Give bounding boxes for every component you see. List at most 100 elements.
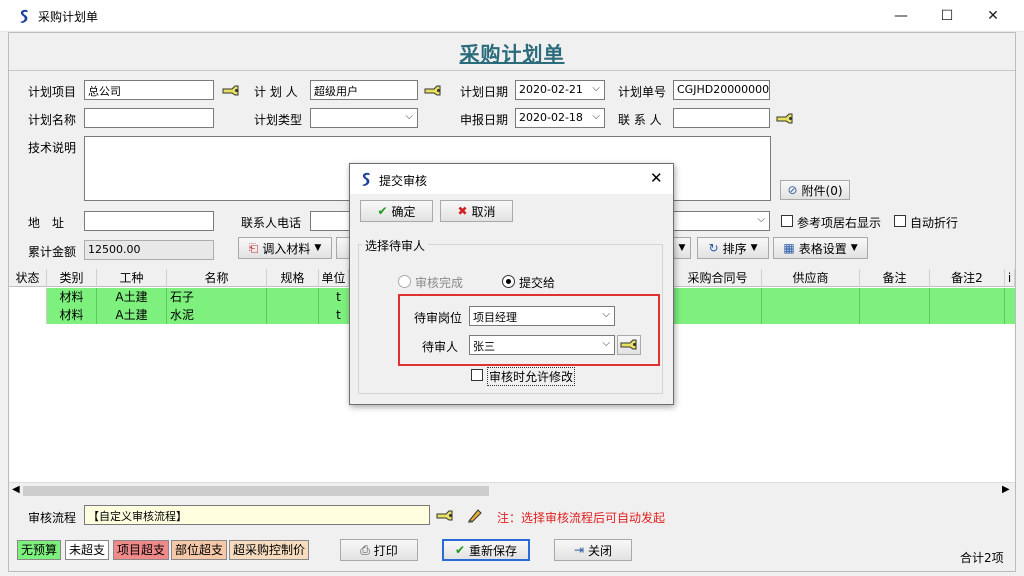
- pick-project-icon[interactable]: [222, 84, 240, 98]
- address-extra-select[interactable]: ⌵: [672, 211, 770, 231]
- post-select[interactable]: 项目经理 ⌵: [469, 306, 615, 326]
- chevron-down-icon: ⌵: [757, 214, 765, 225]
- col-supplier[interactable]: 供应商: [762, 269, 860, 287]
- legend-not-overspent: 未超支: [65, 540, 110, 560]
- plan-no-field[interactable]: CGJHD200000002: [673, 80, 770, 100]
- dialog-ok-label: 确定: [391, 204, 416, 219]
- sort-button[interactable]: ↻ 排序 ▼: [697, 237, 769, 259]
- edit-workflow-icon[interactable]: [466, 506, 484, 524]
- print-button[interactable]: ⎙ 打印: [340, 539, 418, 561]
- col-spec[interactable]: 规格: [267, 269, 319, 287]
- pick-reviewer-button[interactable]: [617, 335, 641, 355]
- attachment-label: 附件(0): [801, 183, 843, 198]
- row-trade-cell: A土建: [97, 306, 167, 324]
- table-icon: ▦: [783, 241, 795, 255]
- row-contract-cell: [674, 306, 762, 324]
- row-supplier-cell: [762, 288, 860, 306]
- row-contract-cell: [674, 288, 762, 306]
- toolbar-dropdown-button[interactable]: ▼: [673, 237, 691, 259]
- pick-contact-icon[interactable]: [776, 112, 794, 126]
- table-settings-label: 表格设置: [798, 241, 847, 256]
- resave-label: 重新保存: [469, 543, 518, 558]
- cancel-x-icon: ✖: [457, 204, 468, 218]
- close-button[interactable]: ⇥ 关闭: [554, 539, 632, 561]
- row-category-cell: 材料: [47, 288, 97, 306]
- allow-edit-label: 审核时允许修改: [487, 367, 576, 386]
- post-value: 项目经理: [473, 311, 517, 324]
- radio-review-complete[interactable]: [398, 275, 411, 288]
- col-unit[interactable]: 单位: [319, 269, 349, 287]
- row-name-cell: 石子: [167, 288, 267, 306]
- pick-reviewer-icon: [620, 339, 637, 350]
- planner-label: 计 划 人: [254, 85, 298, 99]
- legend-project-overspent: 项目超支: [113, 540, 170, 560]
- dialog-titlebar: 提交审核 ✕: [350, 164, 673, 194]
- dropdown-arrow-icon: ▼: [678, 243, 686, 253]
- horizontal-scrollbar[interactable]: ◀ ▶: [9, 482, 1015, 498]
- attachment-button[interactable]: ⊘ 附件(0): [780, 180, 850, 200]
- scroll-thumb[interactable]: [23, 486, 489, 496]
- checkmark-icon: ✔: [377, 204, 388, 218]
- chevron-down-icon: ⌵: [602, 309, 610, 320]
- col-remark[interactable]: 备注: [860, 269, 930, 287]
- ref-right-checkbox[interactable]: [781, 215, 793, 227]
- maximize-button[interactable]: ☐: [924, 0, 970, 32]
- col-trade[interactable]: 工种: [97, 269, 167, 287]
- workflow-field[interactable]: 【自定义审核流程】: [84, 505, 430, 525]
- plan-project-field[interactable]: 总公司: [84, 80, 214, 100]
- col-remark2[interactable]: 备注2: [930, 269, 1005, 287]
- heading-divider: [9, 70, 1015, 71]
- pick-workflow-icon[interactable]: [436, 509, 454, 523]
- col-category[interactable]: 类别: [47, 269, 97, 287]
- pick-planner-icon[interactable]: [424, 84, 442, 98]
- group-label: 选择待审人: [362, 237, 429, 254]
- dialog-close-icon[interactable]: ✕: [650, 169, 663, 187]
- plan-type-select[interactable]: ⌵: [310, 108, 418, 128]
- scroll-left-icon[interactable]: ◀: [12, 484, 20, 495]
- import-icon: ⎗: [248, 240, 259, 255]
- dialog-ok-button[interactable]: ✔ 确定: [360, 200, 433, 222]
- chevron-down-icon: ⌵: [602, 338, 610, 349]
- import-materials-button[interactable]: ⎗ 调入材料 ▼: [238, 237, 332, 259]
- workflow-note: 注：选择审核流程后可自动发起: [497, 511, 666, 525]
- address-field[interactable]: [84, 211, 214, 231]
- exit-door-icon: ⇥: [573, 543, 585, 557]
- col-more[interactable]: i: [1005, 269, 1015, 287]
- col-status[interactable]: 状态: [9, 269, 47, 287]
- scroll-right-icon[interactable]: ▶: [1002, 484, 1010, 495]
- highlight-box: [398, 294, 660, 366]
- row-remark2-cell: [930, 288, 1005, 306]
- reviewer-label: 待审人: [422, 340, 459, 354]
- dialog-cancel-button[interactable]: ✖ 取消: [440, 200, 513, 222]
- plan-name-label: 计划名称: [28, 113, 77, 127]
- window-close-button[interactable]: ✕: [970, 0, 1016, 32]
- autowrap-checkbox[interactable]: [894, 215, 906, 227]
- reviewer-select[interactable]: 张三 ⌵: [469, 335, 615, 355]
- resave-button[interactable]: ✔ 重新保存: [442, 539, 530, 561]
- autowrap-label: 自动折行: [910, 216, 959, 230]
- row-status-cell: [9, 288, 47, 306]
- toolbar-hidden-button[interactable]: [336, 237, 350, 259]
- row-spec-cell: [267, 306, 319, 324]
- radio-submit-to[interactable]: [502, 275, 515, 288]
- dialog-title: 提交审核: [379, 174, 428, 188]
- report-date-picker[interactable]: 2020-02-18 ⌵: [515, 108, 605, 128]
- plan-date-picker[interactable]: 2020-02-21 ⌵: [515, 80, 605, 100]
- submit-review-dialog: 提交审核 ✕ ✔ 确定 ✖ 取消 选择待审人 审核完成 提交给 待审岗位 项目经理 ⌵…: [349, 163, 674, 405]
- col-contract-no[interactable]: 采购合同号: [674, 269, 762, 287]
- app-logo-icon: [362, 172, 370, 186]
- minimize-button[interactable]: —: [878, 0, 924, 32]
- printer-icon: ⎙: [360, 542, 370, 557]
- row-name-cell: 水泥: [167, 306, 267, 324]
- total-label: 累计金额: [28, 245, 77, 259]
- col-name[interactable]: 名称: [167, 269, 267, 287]
- contact-field[interactable]: [673, 108, 770, 128]
- window-titlebar: 采购计划单 — ☐ ✕: [0, 0, 1024, 32]
- planner-field[interactable]: 超级用户: [310, 80, 418, 100]
- table-settings-button[interactable]: ▦ 表格设置 ▼: [773, 237, 868, 259]
- plan-name-field[interactable]: [84, 108, 214, 128]
- allow-edit-checkbox[interactable]: [471, 369, 483, 381]
- workflow-label: 审核流程: [28, 511, 77, 525]
- ref-right-label: 参考项居右显示: [797, 216, 882, 230]
- app-logo-icon: [20, 9, 28, 23]
